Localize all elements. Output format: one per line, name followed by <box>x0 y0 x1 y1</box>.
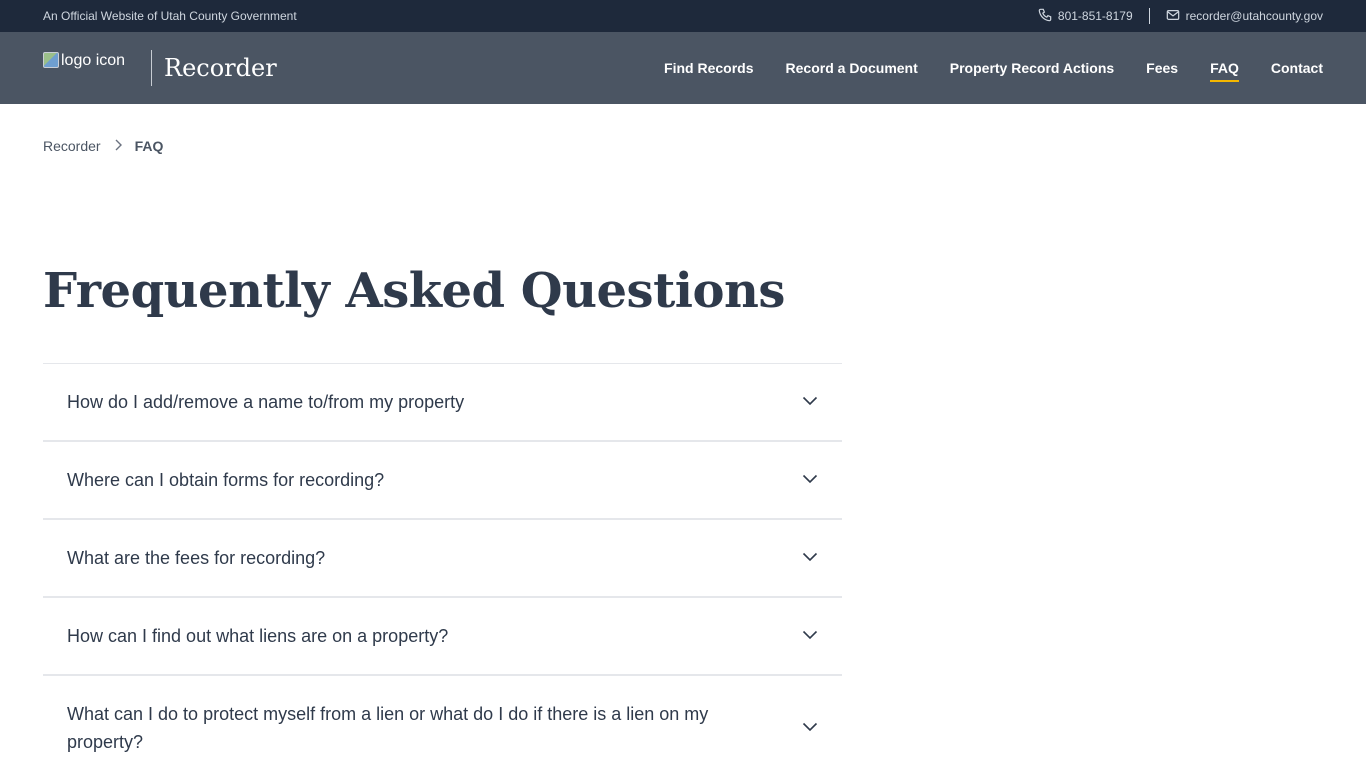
email-address: recorder@utahcounty.gov <box>1185 9 1323 23</box>
faq-item[interactable]: What can I do to protect myself from a l… <box>43 676 842 768</box>
chevron-right-icon <box>113 138 123 154</box>
official-website-text: An Official Website of Utah County Gover… <box>43 9 297 23</box>
brand-divider <box>151 50 152 86</box>
faq-item[interactable]: How can I find out what liens are on a p… <box>43 598 842 676</box>
breadcrumb-recorder[interactable]: Recorder <box>43 138 101 154</box>
chevron-down-icon[interactable] <box>802 549 818 567</box>
breadcrumb-current: FAQ <box>134 138 164 154</box>
chevron-down-icon[interactable] <box>802 393 818 411</box>
phone-link[interactable]: 801-851-8179 <box>1038 8 1133 25</box>
faq-item[interactable]: How do I add/remove a name to/from my pr… <box>43 364 842 442</box>
page-title: Frequently Asked Questions <box>43 263 785 319</box>
official-banner: An Official Website of Utah County Gover… <box>0 0 1366 32</box>
faq-question: How do I add/remove a name to/from my pr… <box>67 392 465 412</box>
faq-item[interactable]: Where can I obtain forms for recording? <box>43 442 842 520</box>
nav-contact[interactable]: Contact <box>1271 56 1323 80</box>
site-title[interactable]: Recorder <box>164 54 277 82</box>
logo[interactable]: logo icon <box>43 50 133 86</box>
nav-record-a-document[interactable]: Record a Document <box>786 56 918 80</box>
brand[interactable]: logo icon Recorder <box>43 32 277 104</box>
logo-alt-text: logo icon <box>61 52 126 69</box>
site-header: logo icon Recorder Find Records Record a… <box>0 32 1366 104</box>
contact-info: 801-851-8179 recorder@utahcounty.gov <box>1038 8 1323 25</box>
breadcrumb: Recorder FAQ <box>0 138 1366 154</box>
faq-question: Where can I obtain forms for recording? <box>67 470 385 490</box>
chevron-down-icon[interactable] <box>802 719 818 737</box>
contact-divider <box>1148 8 1150 24</box>
faq-question: What can I do to protect myself from a l… <box>67 704 709 752</box>
nav-property-record-actions[interactable]: Property Record Actions <box>950 56 1114 80</box>
faq-item[interactable]: What are the fees for recording? <box>43 520 842 598</box>
faq-question: What are the fees for recording? <box>67 548 326 568</box>
email-link[interactable]: recorder@utahcounty.gov <box>1166 8 1323 25</box>
nav-fees[interactable]: Fees <box>1146 56 1178 80</box>
chevron-down-icon[interactable] <box>802 471 818 489</box>
mail-icon <box>1166 8 1180 25</box>
faq-question: How can I find out what liens are on a p… <box>67 626 449 646</box>
main-nav: Find Records Record a Document Property … <box>664 56 1323 82</box>
chevron-down-icon[interactable] <box>802 627 818 645</box>
nav-faq[interactable]: FAQ <box>1210 56 1239 82</box>
phone-icon <box>1038 8 1052 25</box>
broken-image-icon <box>43 52 59 68</box>
phone-number: 801-851-8179 <box>1057 9 1133 23</box>
faq-accordion: How do I add/remove a name to/from my pr… <box>43 363 842 768</box>
nav-find-records[interactable]: Find Records <box>664 56 753 80</box>
